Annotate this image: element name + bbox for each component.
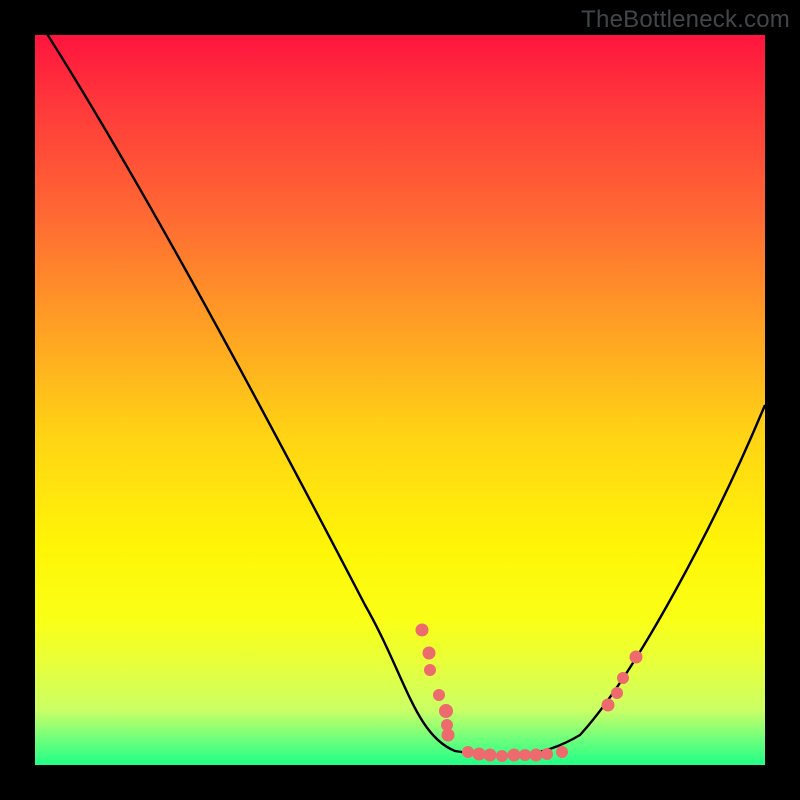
data-dot [611,687,623,699]
data-dot [496,750,508,762]
data-dot [556,746,568,758]
chart-stage: TheBottleneck.com [0,0,800,800]
data-dot [416,624,429,637]
data-dot [423,647,436,660]
plot-area [35,35,765,765]
data-dot [617,672,629,684]
data-dot [630,651,643,664]
data-dots-layer [35,35,765,765]
data-dot [433,689,445,701]
data-dot [484,749,497,762]
watermark-text: TheBottleneck.com [581,6,790,34]
data-dot [602,699,615,712]
data-dot [439,704,453,718]
data-dot [541,748,553,760]
data-dot [424,664,436,676]
data-dot [442,729,455,742]
